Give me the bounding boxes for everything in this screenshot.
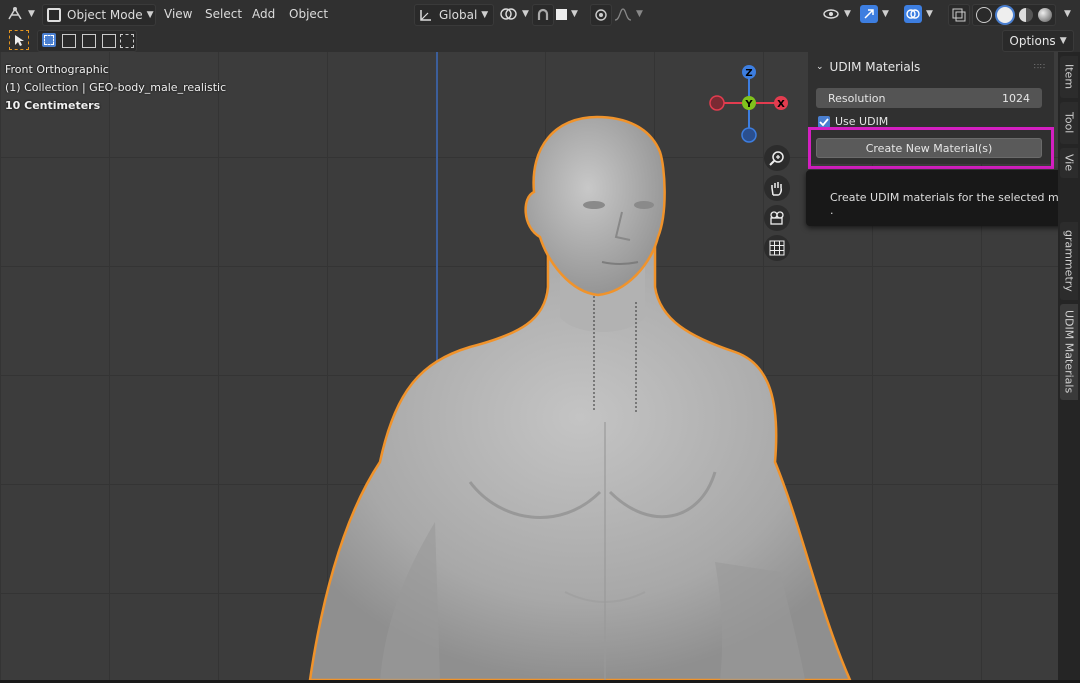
grid-icon bbox=[769, 240, 785, 256]
perspective-toggle-button[interactable] bbox=[764, 235, 790, 261]
use-udim-checkbox[interactable] bbox=[818, 115, 830, 128]
snap-toggle[interactable] bbox=[532, 4, 554, 26]
wireframe-shading-icon[interactable] bbox=[975, 7, 992, 23]
menu-select[interactable]: Select bbox=[205, 4, 242, 24]
chevron-down-icon: ▼ bbox=[571, 9, 578, 19]
create-button-label: Create New Material(s) bbox=[865, 141, 993, 155]
magnifier-icon bbox=[769, 151, 784, 166]
gizmo-z-label: Z bbox=[745, 68, 752, 79]
tooltip-text: Create UDIM materials for the selected m… bbox=[830, 191, 1080, 204]
tab-tool[interactable]: Tool bbox=[1060, 102, 1078, 144]
chevron-down-icon: ▼ bbox=[1064, 9, 1071, 19]
eye-icon bbox=[823, 9, 839, 19]
chevron-down-icon: ▼ bbox=[844, 9, 851, 19]
mode-label: Object Mode bbox=[67, 8, 143, 22]
hand-icon bbox=[771, 182, 782, 196]
shading-mode-group bbox=[972, 4, 1056, 26]
editor-type-button[interactable]: ▼ bbox=[6, 4, 35, 24]
options-label: Options bbox=[1009, 34, 1056, 48]
solid-shading-icon[interactable] bbox=[997, 7, 1014, 23]
cursor-arrow-icon bbox=[15, 35, 24, 46]
orientation-icon bbox=[420, 10, 431, 21]
object-mode-icon bbox=[47, 8, 61, 22]
selection-mode-group bbox=[37, 30, 137, 52]
menu-view[interactable]: View bbox=[164, 4, 192, 24]
chevron-down-icon: ▼ bbox=[522, 9, 529, 19]
snap-square-icon bbox=[556, 8, 567, 20]
tab-photogrammetry[interactable]: grammetry bbox=[1060, 222, 1078, 300]
select-intersect-icon[interactable] bbox=[120, 34, 134, 48]
chevron-down-icon: ▼ bbox=[481, 10, 489, 20]
navigation-gizmo[interactable]: Z X Y bbox=[704, 60, 794, 150]
resolution-value: 1024 bbox=[1002, 91, 1030, 105]
menu-add[interactable]: Add bbox=[252, 4, 275, 24]
select-subtract-icon[interactable] bbox=[82, 34, 96, 48]
magnet-icon bbox=[537, 8, 549, 20]
xray-toggle[interactable] bbox=[948, 4, 970, 26]
collapse-chevron-icon: ⌄ bbox=[816, 62, 824, 72]
tab-item[interactable]: Item bbox=[1060, 56, 1078, 98]
options-dropdown[interactable]: Options ▼ bbox=[1002, 30, 1074, 52]
falloff-curve-icon bbox=[614, 8, 632, 21]
sidebar-tabs: Item Tool Vie grammetry UDIM Materials bbox=[1058, 52, 1080, 680]
chevron-down-icon: ▼ bbox=[146, 10, 154, 20]
falloff-dropdown[interactable]: ▼ bbox=[614, 4, 643, 24]
editor-type-icon bbox=[8, 7, 22, 20]
camera-icon bbox=[770, 211, 784, 225]
gizmo-neg-x-axis[interactable] bbox=[709, 95, 725, 111]
tool-settings-bar: Options ▼ bbox=[0, 28, 1080, 52]
proportional-editing-toggle[interactable] bbox=[590, 4, 612, 26]
chevron-down-icon: ▼ bbox=[882, 9, 889, 19]
tab-udim-materials[interactable]: UDIM Materials bbox=[1060, 304, 1078, 400]
resolution-label: Resolution bbox=[828, 91, 886, 105]
mode-dropdown[interactable]: Object Mode ▼ bbox=[42, 4, 156, 26]
tooltip: Create UDIM materials for the selected m… bbox=[806, 170, 1080, 226]
tooltip-extra: . bbox=[830, 204, 834, 217]
overlays-toggle[interactable]: ▼ bbox=[904, 4, 933, 24]
xray-icon bbox=[952, 8, 966, 22]
select-tool-button[interactable] bbox=[9, 30, 29, 50]
udim-panel-title: UDIM Materials bbox=[829, 60, 921, 74]
resolution-field[interactable]: Resolution 1024 bbox=[816, 88, 1042, 108]
snap-target-dropdown[interactable]: ▼ bbox=[556, 4, 578, 24]
udim-materials-panel: ⌄ UDIM Materials ∷∷ Resolution 1024 Use … bbox=[808, 52, 1054, 169]
material-shading-icon[interactable] bbox=[1018, 8, 1033, 22]
shading-dropdown[interactable]: ▼ bbox=[1060, 4, 1071, 24]
create-new-material-button[interactable]: Create New Material(s) bbox=[816, 138, 1042, 158]
visibility-dropdown[interactable]: ▼ bbox=[822, 4, 851, 24]
pivot-icon bbox=[500, 8, 517, 20]
chevron-down-icon: ▼ bbox=[636, 9, 643, 19]
select-extend-icon[interactable] bbox=[62, 34, 76, 48]
checkmark-icon bbox=[819, 117, 829, 126]
gizmo-icon bbox=[860, 5, 878, 23]
sidebar-panel: ⌄ UDIM Materials ∷∷ Resolution 1024 Use … bbox=[806, 52, 1080, 680]
proportional-icon bbox=[595, 9, 607, 21]
menu-object[interactable]: Object bbox=[289, 4, 328, 24]
rendered-shading-icon[interactable] bbox=[1038, 8, 1053, 22]
camera-view-button[interactable] bbox=[764, 205, 790, 231]
transform-orientation-dropdown[interactable]: Global ▼ bbox=[414, 4, 494, 26]
gizmo-y-label: Y bbox=[744, 99, 753, 110]
zoom-button[interactable] bbox=[764, 145, 790, 171]
gizmo-toggle[interactable]: ▼ bbox=[860, 4, 889, 24]
udim-panel-header[interactable]: ⌄ UDIM Materials bbox=[816, 60, 920, 74]
pivot-point-button[interactable]: ▼ bbox=[498, 4, 529, 24]
pan-button[interactable] bbox=[764, 175, 790, 201]
orientation-label: Global bbox=[439, 8, 478, 22]
select-invert-icon[interactable] bbox=[102, 34, 116, 48]
viewport-header: ▼ Object Mode ▼ View Select Add Object G… bbox=[0, 0, 1080, 29]
overlays-icon bbox=[904, 5, 922, 23]
tab-view[interactable]: Vie bbox=[1060, 148, 1078, 178]
chevron-down-icon: ▼ bbox=[28, 9, 35, 19]
drag-handle-icon[interactable]: ∷∷ bbox=[1034, 62, 1046, 71]
chevron-down-icon: ▼ bbox=[1059, 36, 1067, 46]
gizmo-neg-z-axis[interactable] bbox=[741, 127, 757, 143]
chevron-down-icon: ▼ bbox=[926, 9, 933, 19]
gizmo-x-label: X bbox=[777, 99, 785, 110]
select-new-icon[interactable] bbox=[42, 33, 56, 47]
